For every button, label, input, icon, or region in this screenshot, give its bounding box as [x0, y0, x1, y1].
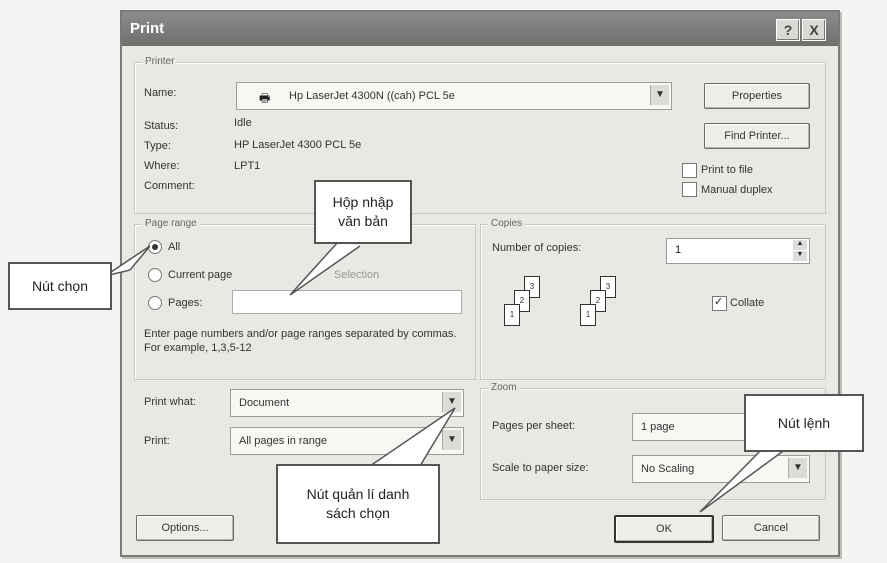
dropdown-callout: Nút quản lí danh sách chọn	[276, 464, 440, 544]
radio-button-callout: Nút chọn	[8, 262, 112, 310]
command-button-callout: Nút lệnh	[744, 394, 864, 452]
callout-leaders	[104, 241, 791, 513]
textbox-callout: Hộp nhập văn bản	[314, 180, 412, 244]
